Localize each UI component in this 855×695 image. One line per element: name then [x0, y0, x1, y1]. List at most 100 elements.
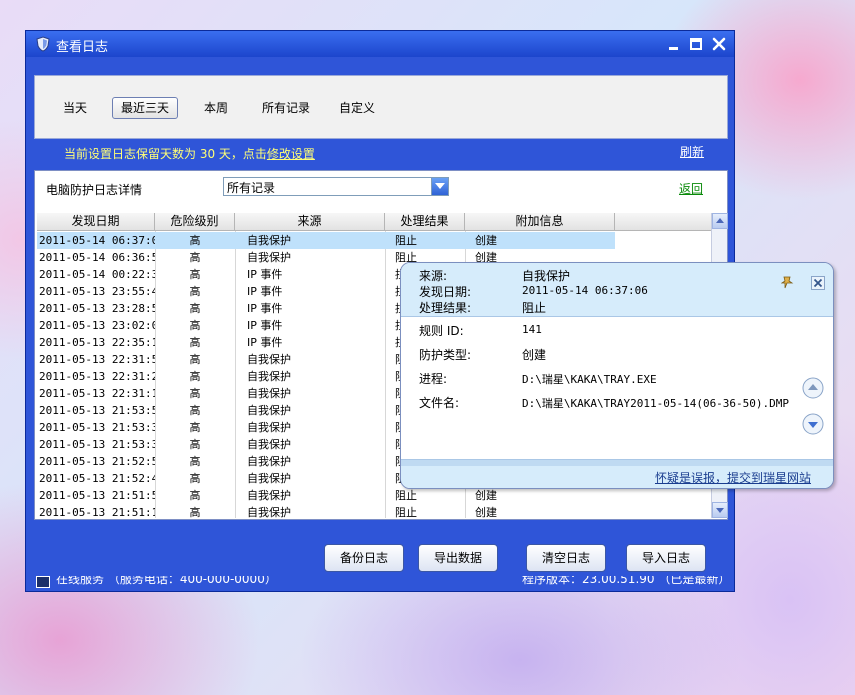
cell-date: 2011-05-13 21:53:32 — [39, 438, 155, 451]
close-icon[interactable] — [811, 276, 825, 290]
cell-source: 自我保护 — [247, 234, 291, 247]
cell-level: 高 — [189, 319, 201, 332]
tab-all-records[interactable]: 所有记录 — [253, 97, 319, 119]
popup-date-value: 2011-05-14 06:37:06 — [522, 284, 648, 297]
cell-source: 自我保护 — [247, 472, 291, 485]
col-result[interactable]: 处理结果 — [385, 213, 465, 231]
tab-last-three-days[interactable]: 最近三天 — [112, 97, 179, 119]
popup-file-label: 文件名: — [419, 396, 460, 410]
cell-date: 2011-05-13 21:52:51 — [39, 455, 155, 468]
tab-today[interactable]: 当天 — [54, 97, 96, 119]
scroll-up-icon[interactable] — [802, 377, 824, 399]
cell-source: IP 事件 — [247, 336, 283, 349]
cell-level: 高 — [189, 336, 201, 349]
cell-source: 自我保护 — [247, 489, 291, 502]
cell-level: 高 — [189, 370, 201, 383]
cell-source: 自我保护 — [247, 404, 291, 417]
cell-source: IP 事件 — [247, 285, 283, 298]
cell-result: 阻止 — [395, 506, 417, 518]
cell-date: 2011-05-13 23:55:44 — [39, 285, 155, 298]
table-row[interactable]: 2011-05-13 21:51:18 高 自我保护 阻止 创建 — [37, 504, 711, 518]
tab-this-week[interactable]: 本周 — [195, 97, 237, 119]
scroll-down-icon[interactable] — [712, 502, 728, 518]
table-row[interactable]: 2011-05-13 21:51:52 高 自我保护 阻止 创建 — [37, 487, 711, 504]
col-source[interactable]: 来源 — [235, 213, 385, 231]
cell-result: 阻止 — [395, 489, 417, 502]
cell-result: 阻止 — [395, 234, 417, 247]
cell-source: IP 事件 — [247, 319, 283, 332]
cell-date: 2011-05-14 06:37:06 — [39, 234, 155, 247]
popup-footer-band — [401, 460, 833, 466]
cell-source: IP 事件 — [247, 268, 283, 281]
export-data-button[interactable]: 导出数据 — [418, 544, 498, 572]
cell-source: IP 事件 — [247, 302, 283, 315]
popup-result-value: 阻止 — [522, 301, 547, 315]
retention-notice: 当前设置日志保留天数为 30 天，点击修改设置 — [64, 145, 315, 162]
cell-level: 高 — [189, 234, 201, 247]
modify-settings-link[interactable]: 修改设置 — [267, 147, 315, 161]
popup-type-label: 防护类型: — [419, 348, 472, 362]
popup-type-value: 创建 — [522, 348, 547, 362]
window-title: 查看日志 — [56, 40, 109, 55]
cell-date: 2011-05-13 22:35:17 — [39, 336, 155, 349]
popup-process-value: D:\瑞星\KAKA\TRAY.EXE — [522, 373, 657, 386]
cell-date: 2011-05-13 23:28:53 — [39, 302, 155, 315]
record-filter-select[interactable]: 所有记录 — [223, 177, 449, 196]
col-level[interactable]: 危险级别 — [155, 213, 235, 231]
minimize-icon[interactable] — [666, 36, 682, 52]
cell-level: 高 — [189, 421, 201, 434]
popup-process-label: 进程: — [419, 372, 448, 386]
cell-level: 高 — [189, 489, 201, 502]
col-info[interactable]: 附加信息 — [465, 213, 615, 231]
cell-level: 高 — [189, 438, 201, 451]
cell-source: 自我保护 — [247, 455, 291, 468]
cell-info: 创建 — [475, 234, 497, 247]
close-icon[interactable] — [711, 36, 727, 52]
maximize-icon[interactable] — [688, 36, 704, 52]
cell-date: 2011-05-14 06:36:55 — [39, 251, 155, 264]
popup-source-label: 来源: — [419, 269, 448, 283]
cell-level: 高 — [189, 455, 201, 468]
dropdown-arrow-icon[interactable] — [431, 178, 448, 195]
cell-level: 高 — [189, 506, 201, 518]
popup-rule-label: 规则 ID: — [419, 324, 464, 338]
back-link[interactable]: 返回 — [679, 180, 703, 197]
cell-source: 自我保护 — [247, 387, 291, 400]
status-bar: 在线服务 （服务电话：400-000-0000） 程序版本：23.00.51.9… — [26, 576, 734, 591]
cell-source: 自我保护 — [247, 251, 291, 264]
service-icon — [36, 576, 50, 588]
title-bar[interactable]: 查看日志 — [26, 31, 734, 57]
report-false-positive-link[interactable]: 怀疑是误报，提交到瑞星网站 — [655, 469, 811, 486]
cell-date: 2011-05-13 21:52:42 — [39, 472, 155, 485]
cell-source: 自我保护 — [247, 438, 291, 451]
filter-value: 所有记录 — [227, 181, 276, 195]
retention-notice-text: 当前设置日志保留天数为 30 天，点击 — [64, 147, 267, 161]
cell-source: 自我保护 — [247, 506, 291, 518]
popup-result-label: 处理结果: — [419, 301, 472, 315]
backup-log-button[interactable]: 备份日志 — [324, 544, 404, 572]
scroll-down-icon[interactable] — [802, 413, 824, 435]
cell-date: 2011-05-14 00:22:35 — [39, 268, 155, 281]
popup-header: 来源: 自我保护 发现日期: 2011-05-14 06:37:06 处理结果:… — [401, 263, 833, 317]
refresh-link[interactable]: 刷新 — [680, 143, 704, 160]
scroll-up-icon[interactable] — [712, 213, 728, 229]
import-log-button[interactable]: 导入日志 — [626, 544, 706, 572]
cell-date: 2011-05-13 22:31:12 — [39, 387, 155, 400]
popup-rule-value: 141 — [522, 323, 542, 336]
cell-level: 高 — [189, 285, 201, 298]
log-detail-popup: 来源: 自我保护 发现日期: 2011-05-14 06:37:06 处理结果:… — [400, 262, 834, 489]
cell-level: 高 — [189, 251, 201, 264]
online-service-link[interactable]: 在线服务 （服务电话：400-000-0000） — [56, 576, 277, 587]
cell-level: 高 — [189, 404, 201, 417]
cell-level: 高 — [189, 302, 201, 315]
col-date[interactable]: 发现日期 — [37, 213, 155, 231]
cell-date: 2011-05-13 21:51:52 — [39, 489, 155, 502]
version-info: 程序版本：23.00.51.90 （已是最新） — [522, 576, 731, 586]
cell-source: 自我保护 — [247, 353, 291, 366]
cell-source: 自我保护 — [247, 370, 291, 383]
table-row[interactable]: 2011-05-14 06:37:06 高 自我保护 阻止 创建 — [37, 232, 615, 249]
clear-log-button[interactable]: 清空日志 — [526, 544, 606, 572]
pin-icon[interactable] — [781, 275, 795, 289]
cell-level: 高 — [189, 472, 201, 485]
tab-custom[interactable]: 自定义 — [330, 97, 384, 119]
